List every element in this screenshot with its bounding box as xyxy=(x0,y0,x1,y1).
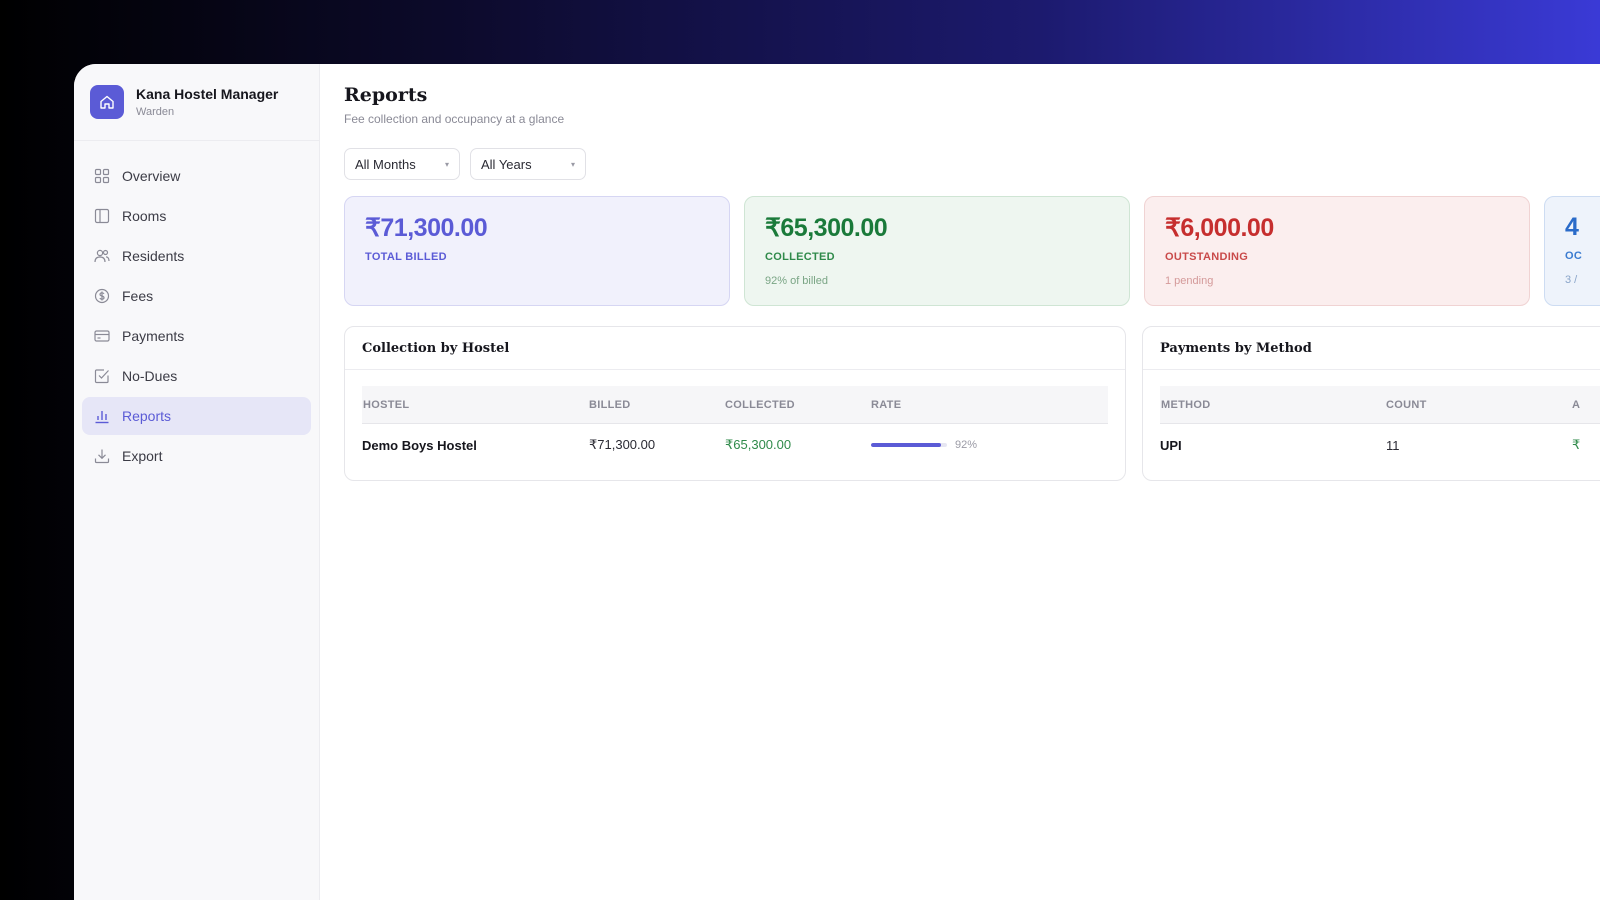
download-icon xyxy=(94,448,110,464)
card-icon xyxy=(94,328,110,344)
occupancy-card: 4 OC 3 / xyxy=(1544,196,1600,306)
sidebar-item-label: Reports xyxy=(122,408,172,424)
collected-card: ₹65,300.00 COLLECTED 92% of billed xyxy=(744,196,1130,306)
main-content: Reports Fee collection and occupancy at … xyxy=(320,64,1600,900)
sidebar-item-label: Fees xyxy=(122,288,154,304)
brand-name: Kana Hostel Manager xyxy=(136,86,279,102)
outstanding-note: 1 pending xyxy=(1165,275,1214,287)
bar-chart-icon xyxy=(94,408,110,424)
total-billed-amount: ₹71,300.00 xyxy=(365,214,488,242)
sidebar-item-label: Rooms xyxy=(122,208,167,224)
column-header-collected: COLLECTED xyxy=(725,398,795,411)
page-title: Reports xyxy=(344,84,428,106)
collected-label: COLLECTED xyxy=(765,251,835,263)
year-select[interactable]: All Years ▾ xyxy=(470,148,586,180)
sidebar-nav: Overview Rooms Residents Fees Payments N… xyxy=(74,141,319,493)
table-header: METHOD COUNT A xyxy=(1160,386,1600,424)
sidebar-item-residents[interactable]: Residents xyxy=(82,237,311,275)
table-row: Demo Boys Hostel ₹71,300.00 ₹65,300.00 9… xyxy=(362,424,1108,466)
column-header-rate: RATE xyxy=(871,398,902,411)
table-header: HOSTEL BILLED COLLECTED RATE xyxy=(362,386,1108,424)
total-billed-label: TOTAL BILLED xyxy=(365,251,447,263)
collection-table: HOSTEL BILLED COLLECTED RATE Demo Boys H… xyxy=(362,386,1108,466)
home-icon xyxy=(90,85,124,119)
door-icon xyxy=(94,208,110,224)
sidebar-item-label: No-Dues xyxy=(122,368,178,384)
sidebar-item-fees[interactable]: Fees xyxy=(82,277,311,315)
grid-icon xyxy=(94,168,110,184)
column-header-hostel: HOSTEL xyxy=(363,398,410,411)
hostel-rate: 92% xyxy=(871,439,977,451)
sidebar-item-label: Overview xyxy=(122,168,181,184)
sidebar-item-reports[interactable]: Reports xyxy=(82,397,311,435)
payment-amount: ₹ xyxy=(1572,437,1581,452)
brand: Kana Hostel Manager Warden xyxy=(74,64,319,141)
outstanding-card: ₹6,000.00 OUTSTANDING 1 pending xyxy=(1144,196,1530,306)
sidebar: Kana Hostel Manager Warden Overview Room… xyxy=(74,64,320,900)
sidebar-item-payments[interactable]: Payments xyxy=(82,317,311,355)
payment-count: 11 xyxy=(1386,437,1400,453)
summary-cards: ₹71,300.00 TOTAL BILLED ₹65,300.00 COLLE… xyxy=(344,196,1600,306)
dollar-icon xyxy=(94,288,110,304)
sidebar-item-label: Export xyxy=(122,448,163,464)
sidebar-item-rooms[interactable]: Rooms xyxy=(82,197,311,235)
rate-progress-bar xyxy=(871,443,947,447)
payment-method: UPI xyxy=(1160,437,1182,453)
total-billed-card: ₹71,300.00 TOTAL BILLED xyxy=(344,196,730,306)
hostel-billed: ₹71,300.00 xyxy=(589,437,656,452)
panel-title: Collection by Hostel xyxy=(345,327,1125,370)
sidebar-item-label: Residents xyxy=(122,248,185,264)
year-select-value: All Years xyxy=(481,156,532,172)
page-subtitle: Fee collection and occupancy at a glance xyxy=(344,112,565,126)
payments-by-method-panel: Payments by Method METHOD COUNT A UPI 11… xyxy=(1142,326,1600,481)
outstanding-label: OUTSTANDING xyxy=(1165,251,1249,263)
column-header-method: METHOD xyxy=(1161,398,1211,411)
users-icon xyxy=(94,248,110,264)
collected-note: 92% of billed xyxy=(765,275,828,287)
collected-amount: ₹65,300.00 xyxy=(765,214,888,242)
filters: All Months ▾ All Years ▾ xyxy=(344,148,1600,180)
month-select-value: All Months xyxy=(355,156,416,172)
occupancy-amount: 4 xyxy=(1565,213,1579,241)
panel-title: Payments by Method xyxy=(1143,327,1600,370)
table-row: UPI 11 ₹ xyxy=(1160,424,1600,466)
brand-role: Warden xyxy=(136,106,175,118)
collection-by-hostel-panel: Collection by Hostel HOSTEL BILLED COLLE… xyxy=(344,326,1126,481)
column-header-count: COUNT xyxy=(1386,398,1427,411)
report-panels: Collection by Hostel HOSTEL BILLED COLLE… xyxy=(344,326,1600,481)
chevron-down-icon: ▾ xyxy=(444,159,449,169)
column-header-amount: A xyxy=(1572,398,1581,411)
rate-progress-fill xyxy=(871,443,941,447)
column-header-billed: BILLED xyxy=(589,398,631,411)
outstanding-amount: ₹6,000.00 xyxy=(1165,214,1274,242)
rate-text: 92% xyxy=(955,439,978,451)
hostel-name: Demo Boys Hostel xyxy=(362,437,477,453)
sidebar-item-export[interactable]: Export xyxy=(82,437,311,475)
occupancy-label: OC xyxy=(1565,250,1583,262)
sidebar-item-no-dues[interactable]: No-Dues xyxy=(82,357,311,395)
occupancy-note: 3 / xyxy=(1565,274,1578,286)
month-select[interactable]: All Months ▾ xyxy=(344,148,460,180)
checkbox-icon xyxy=(94,368,110,384)
chevron-down-icon: ▾ xyxy=(570,159,575,169)
app-window: Kana Hostel Manager Warden Overview Room… xyxy=(74,64,1600,900)
sidebar-item-label: Payments xyxy=(122,328,185,344)
sidebar-item-overview[interactable]: Overview xyxy=(82,157,311,195)
hostel-collected: ₹65,300.00 xyxy=(725,437,792,452)
payments-table: METHOD COUNT A UPI 11 ₹ xyxy=(1160,386,1600,466)
